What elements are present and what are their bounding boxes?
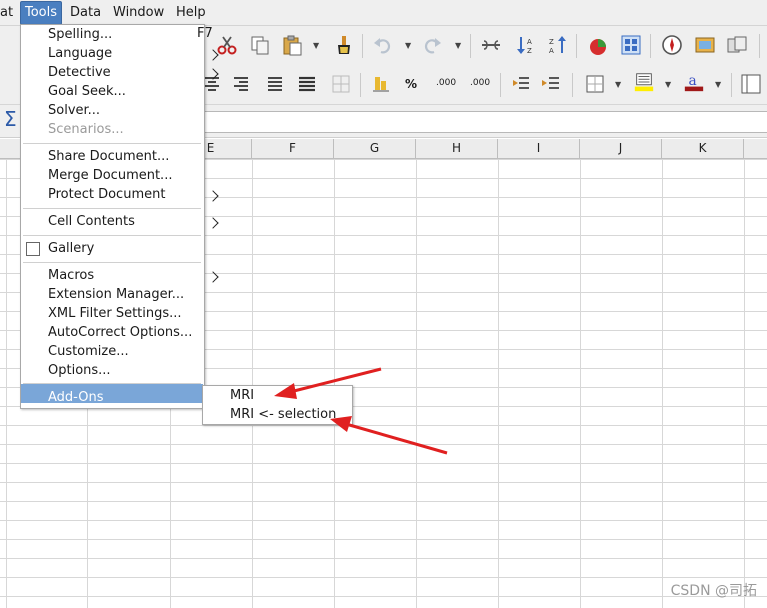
red-arrow-icon bbox=[274, 367, 382, 399]
watermark: CSDN @司拓 bbox=[670, 583, 757, 599]
red-arrow-icon bbox=[330, 416, 448, 455]
annotation-arrows bbox=[274, 367, 448, 455]
